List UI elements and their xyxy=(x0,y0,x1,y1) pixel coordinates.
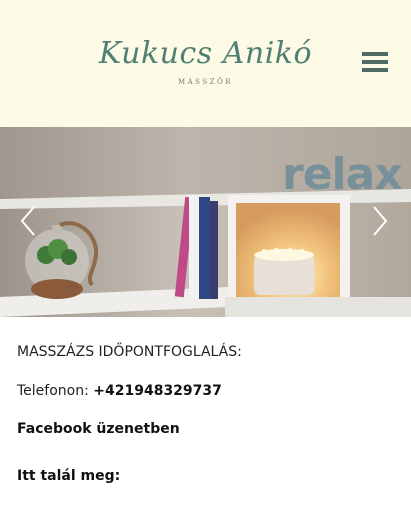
phone-number-link[interactable]: +421948329737 xyxy=(93,383,222,399)
booking-heading: MASSZÁZS IDŐPONTFOGLALÁS: xyxy=(17,344,242,360)
hamburger-menu-icon[interactable] xyxy=(362,52,388,73)
slider-image: relax xyxy=(0,127,411,317)
phone-line: Telefonon: +421948329737 xyxy=(17,383,222,399)
site-logo[interactable]: Kukucs Anikó MASSZŐR xyxy=(0,30,411,86)
chevron-right-icon[interactable] xyxy=(370,204,390,238)
find-us-heading: Itt talál meg: xyxy=(17,468,121,484)
brand-name: Kukucs Anikó xyxy=(98,36,313,71)
phone-label: Telefonon: xyxy=(17,383,94,399)
relax-decor-text: relax xyxy=(282,149,402,200)
image-slider: relax xyxy=(0,127,411,317)
facebook-link[interactable]: Facebook üzenetben xyxy=(17,421,180,437)
brand-subtitle: MASSZŐR xyxy=(177,78,234,86)
site-header: Kukucs Anikó MASSZŐR xyxy=(0,0,411,127)
chevron-left-icon[interactable] xyxy=(18,204,38,238)
